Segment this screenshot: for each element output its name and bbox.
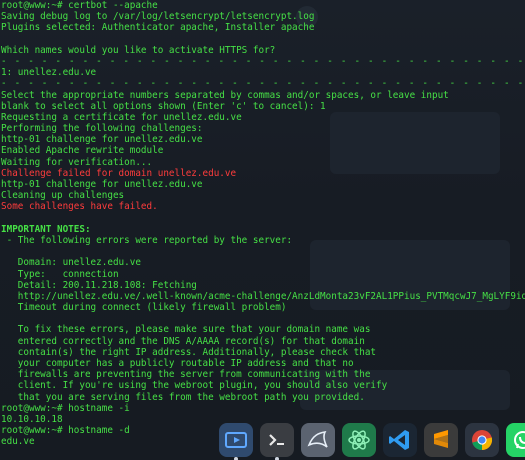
- terminal-line: http-01 challenge for unellez.edu.ve: [1, 134, 203, 146]
- chrome-browser-launcher[interactable]: [465, 423, 499, 457]
- terminal-line: blank to select all options shown (Enter…: [1, 100, 326, 112]
- terminal-line: entered correctly and the DNS A/AAAA rec…: [1, 335, 365, 347]
- terminal-line: root@www:~# hostname -i: [1, 402, 130, 414]
- terminal-line: Which names would you like to activate H…: [1, 44, 276, 56]
- terminal-line: Plugins selected: Authenticator apache, …: [1, 22, 315, 34]
- terminal-icon: [265, 428, 289, 452]
- terminal-line: root@www:~# certbot --apache: [1, 0, 158, 11]
- terminal-line: Type: connection: [1, 268, 119, 280]
- desktop-screen: root@www:~# certbot --apache Saving debug…: [0, 0, 525, 460]
- terminal-line: Requesting a certificate for unellez.edu…: [1, 111, 242, 123]
- terminal-window[interactable]: root@www:~# certbot --apache Saving debug…: [0, 0, 525, 460]
- atom-editor-icon: [346, 427, 372, 453]
- terminal-line: IMPORTANT NOTES:: [1, 223, 91, 235]
- terminal-line: Timeout during connect (likely firewall …: [1, 302, 287, 314]
- terminal-line: - - - - - - - - - - - - - - - - - - - - …: [1, 55, 525, 67]
- mysql-workbench-launcher[interactable]: [301, 423, 335, 457]
- terminal-line: Domain: unellez.edu.ve: [1, 257, 141, 269]
- dock: [216, 420, 525, 460]
- terminal-line: To fix these errors, please make sure th…: [1, 324, 371, 336]
- terminal-line: 1: unellez.edu.ve: [1, 67, 97, 79]
- terminal-line: - The following errors were reported by …: [1, 234, 293, 246]
- terminal-line: Saving debug log to /var/log/letsencrypt…: [1, 11, 315, 23]
- screen-recorder-icon: [224, 428, 248, 452]
- terminal-launcher[interactable]: [260, 423, 294, 460]
- atom-editor-launcher[interactable]: [342, 423, 376, 457]
- mysql-workbench-icon: [305, 427, 331, 453]
- terminal-line: Enabled Apache rewrite module: [1, 145, 164, 157]
- terminal-line: client. If you're using the webroot plug…: [1, 380, 388, 392]
- terminal-line: firewalls are preventing the server from…: [1, 369, 371, 381]
- terminal-line: - - - - - - - - - - - - - - - - - - - - …: [1, 78, 525, 90]
- sublime-text-icon: [429, 428, 453, 452]
- terminal-line: http://unellez.edu.ve/.well-known/acme-c…: [1, 290, 525, 302]
- whatsapp-launcher[interactable]: [506, 423, 525, 457]
- terminal-line: Challenge failed for domain unellez.edu.…: [1, 167, 237, 179]
- screen-recorder-launcher[interactable]: [219, 423, 253, 460]
- whatsapp-icon: [511, 428, 525, 452]
- terminal-line: contain(s) the right IP address. Additio…: [1, 346, 377, 358]
- terminal-line: Waiting for verification...: [1, 156, 153, 168]
- terminal-line: http-01 challenge for unellez.edu.ve: [1, 179, 203, 190]
- terminal-line: Detail: 200.11.218.108: Fetching: [1, 279, 197, 291]
- vscode-icon: [387, 427, 413, 453]
- terminal-line: your computer has a publicly routable IP…: [1, 358, 354, 369]
- sublime-text-launcher[interactable]: [424, 423, 458, 457]
- terminal-line: Select the appropriate numbers separated…: [1, 89, 449, 101]
- vscode-launcher[interactable]: [383, 423, 417, 457]
- terminal-line: Some challenges have failed.: [1, 201, 158, 213]
- terminal-line: Performing the following challenges:: [1, 123, 203, 135]
- terminal-line: that you are serving files from the webr…: [1, 391, 365, 403]
- chrome-browser-icon: [469, 427, 495, 453]
- terminal-line: Cleaning up challenges: [1, 190, 125, 202]
